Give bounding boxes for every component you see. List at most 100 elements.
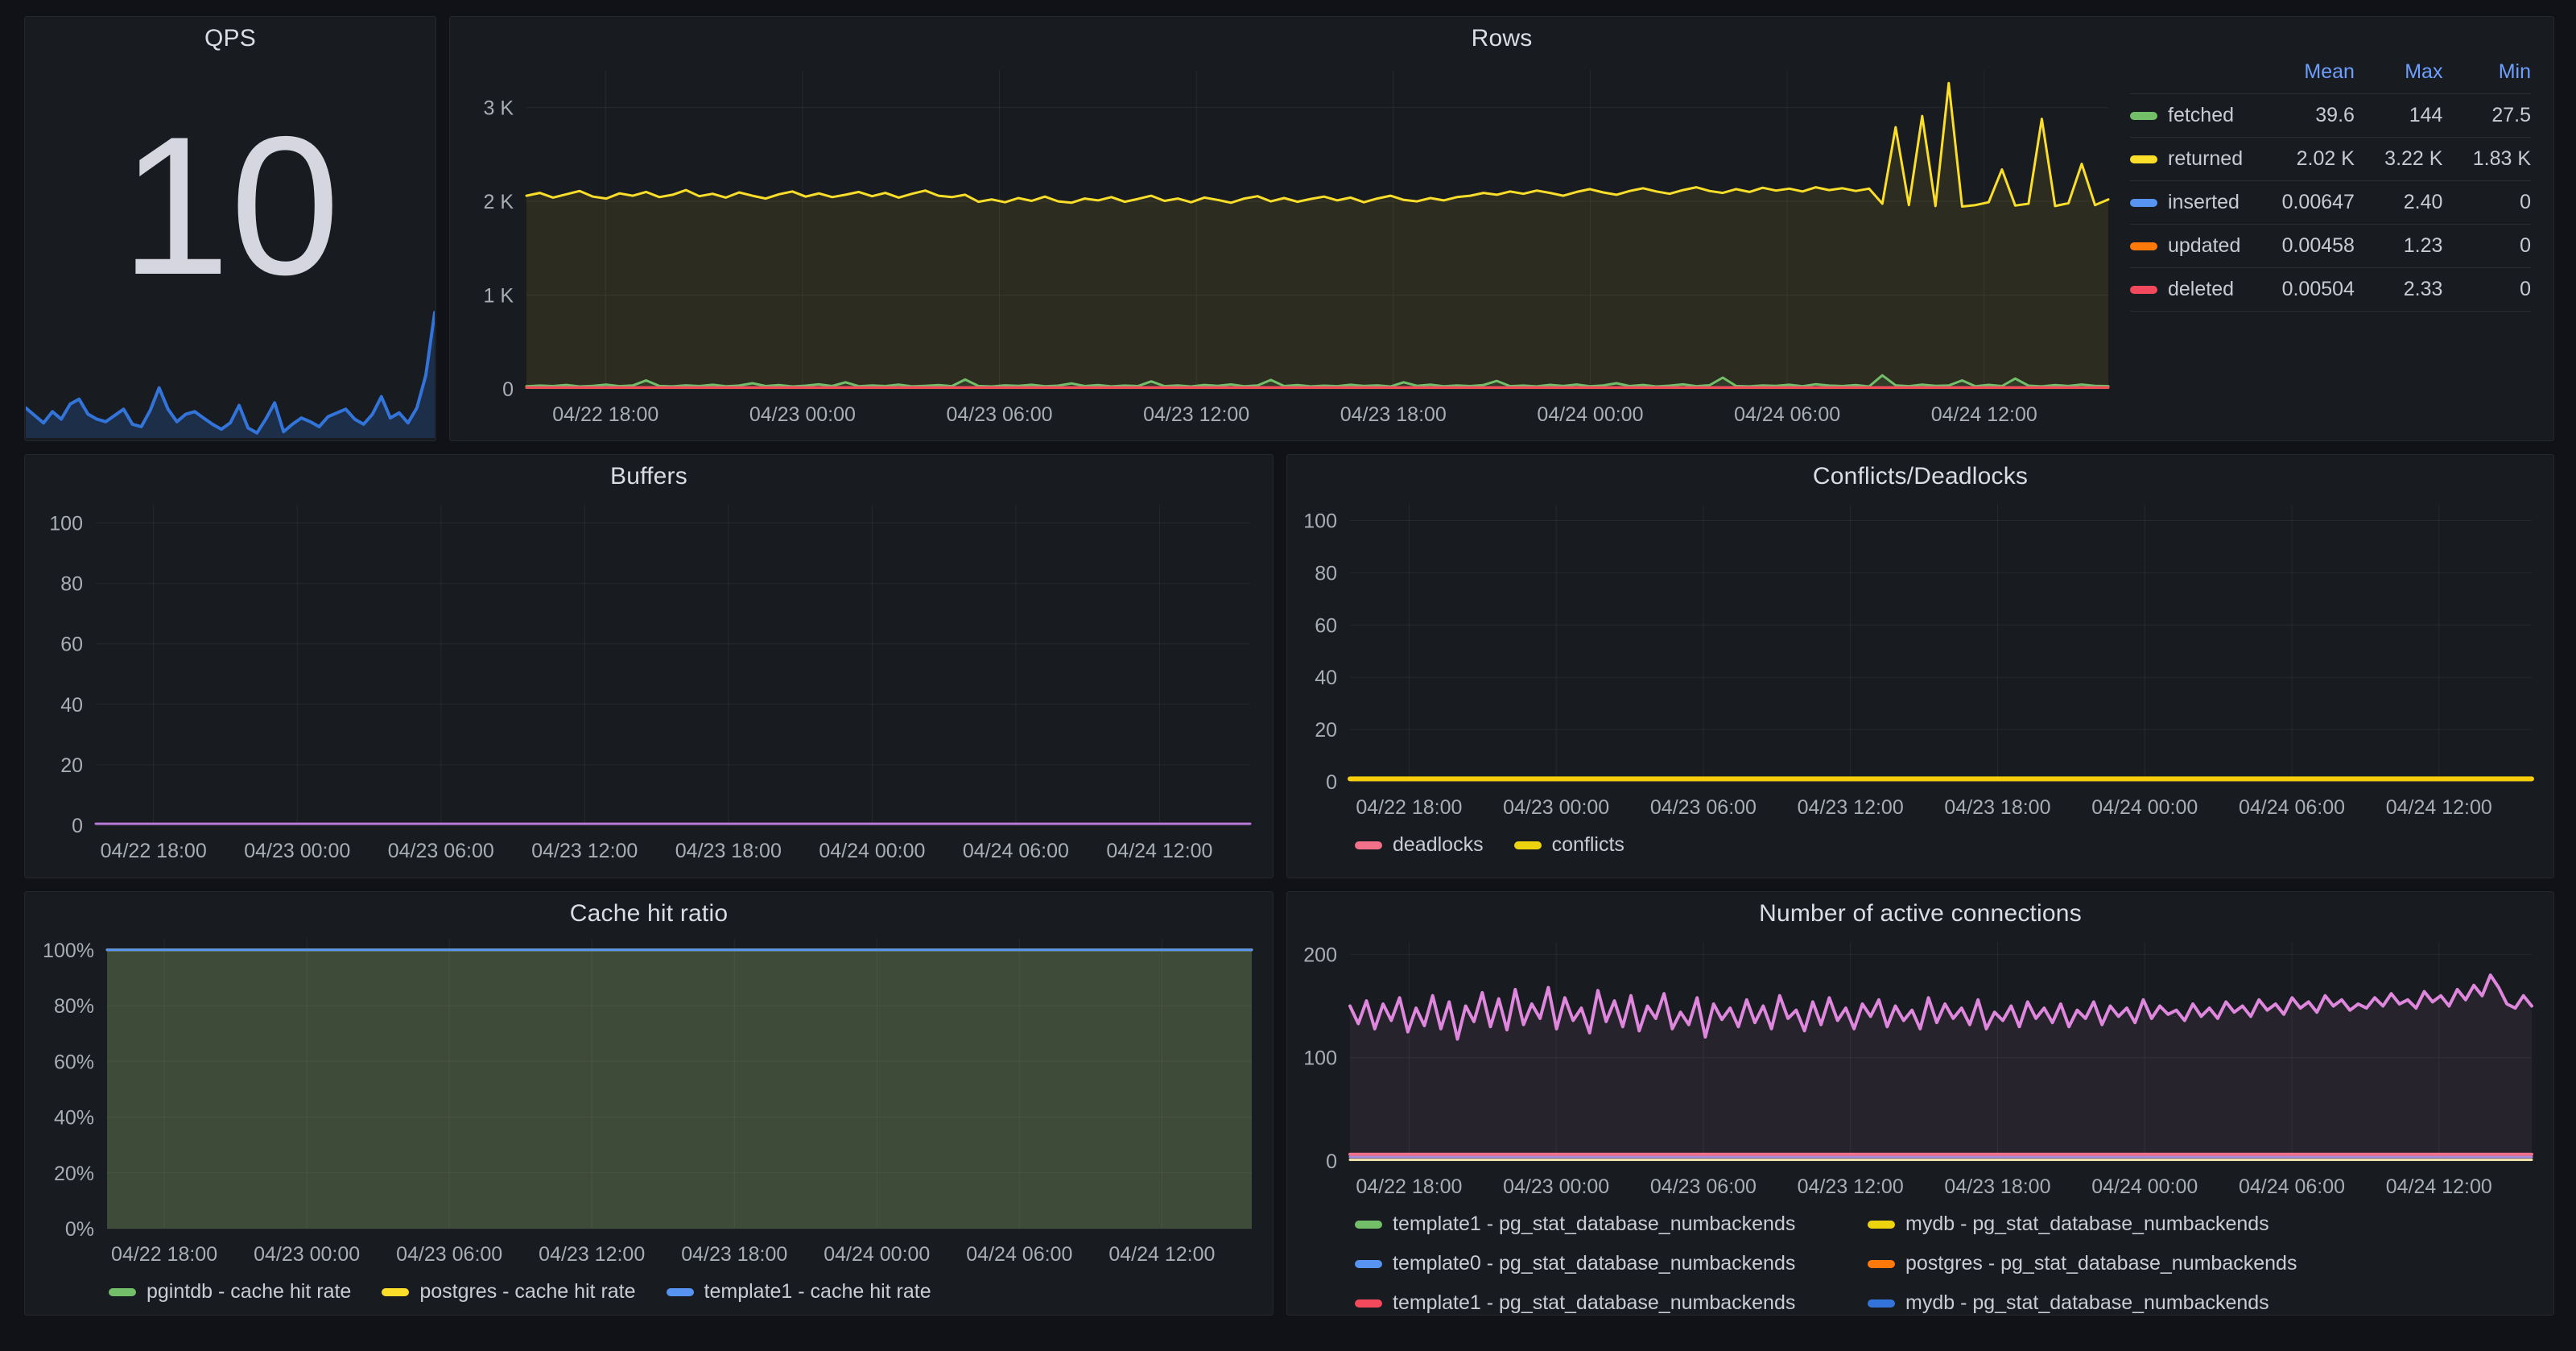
x-axis-label: 04/24 06:00 <box>963 840 1069 862</box>
cache-legend: pgintdb - cache hit rate postgres - cache… <box>109 1280 931 1303</box>
legend-item[interactable]: mydb - pg_stat_database_numbackends <box>1868 1213 2297 1236</box>
legend-table-value: 0.00647 <box>2251 181 2355 225</box>
x-axis-label: 04/24 06:00 <box>2239 1175 2345 1198</box>
rows-chart[interactable]: 01 K2 K3 K04/22 18:0004/23 00:0004/23 06… <box>458 49 2116 436</box>
legend-swatch <box>667 1288 694 1296</box>
legend-item[interactable]: template1 - pg_stat_database_numbackends <box>1355 1291 1858 1315</box>
legend-item[interactable]: mydb - pg_stat_database_numbackends <box>1868 1291 2297 1315</box>
legend-item[interactable]: deleted <box>2130 278 2251 301</box>
legend-label: fetched <box>2168 104 2234 127</box>
y-axis-label: 20 <box>60 754 83 777</box>
x-axis-label: 04/23 18:00 <box>1944 796 2050 819</box>
panel-title-connections[interactable]: Number of active connections <box>1287 900 2553 928</box>
rows-legend-table: MeanMaxMinfetched39.614427.5returned2.02… <box>2130 59 2531 312</box>
legend-swatch <box>2130 155 2157 163</box>
legend-item[interactable]: inserted <box>2130 191 2251 214</box>
x-axis-label: 04/23 00:00 <box>1503 796 1609 819</box>
x-axis-label: 04/24 12:00 <box>2386 1175 2492 1198</box>
legend-label: updated <box>2168 234 2240 258</box>
legend-label: deleted <box>2168 278 2234 301</box>
y-axis-label: 60 <box>60 634 83 656</box>
legend-swatch <box>1355 1299 1382 1308</box>
legend-table-value: 1.83 K <box>2442 138 2531 181</box>
legend-swatch <box>1868 1299 1895 1308</box>
x-axis-label: 04/23 18:00 <box>675 840 782 862</box>
legend-table-sort-header[interactable]: Max <box>2355 59 2443 94</box>
legend-item[interactable]: template0 - pg_stat_database_numbackends <box>1355 1252 1858 1275</box>
panel-title-rows[interactable]: Rows <box>450 25 2553 52</box>
x-axis-label: 04/23 18:00 <box>1340 403 1447 426</box>
y-axis-label: 100 <box>1303 510 1337 532</box>
y-axis-label: 80 <box>60 573 83 596</box>
x-axis-label: 04/24 12:00 <box>2386 796 2492 819</box>
x-axis-label: 04/24 00:00 <box>1537 403 1643 426</box>
y-axis-label: 80 <box>1315 562 1337 585</box>
y-axis-label: 20 <box>1315 719 1337 742</box>
y-axis-label: 0 <box>72 815 83 837</box>
panel-title-cache[interactable]: Cache hit ratio <box>25 900 1273 928</box>
legend-label: returned <box>2168 147 2243 171</box>
qps-stat-value: 10 <box>25 107 436 304</box>
panel-title-buffers[interactable]: Buffers <box>25 463 1273 490</box>
legend-label: inserted <box>2168 191 2240 214</box>
legend-item[interactable]: deadlocks <box>1355 833 1484 857</box>
legend-item[interactable]: returned <box>2130 147 2251 171</box>
x-axis-label: 04/23 12:00 <box>1798 1175 1904 1198</box>
legend-table-row: returned 2.02 K3.22 K1.83 K <box>2130 138 2531 181</box>
legend-table-value: 2.33 <box>2355 268 2443 312</box>
series-fill-template1 - cache hit rate <box>107 950 1252 1229</box>
x-axis-label: 04/24 12:00 <box>1931 403 2037 426</box>
connections-chart[interactable]: 010020004/22 18:0004/23 00:0004/23 06:00… <box>1294 924 2548 1201</box>
legend-label: deadlocks <box>1393 833 1484 857</box>
legend-swatch <box>382 1288 409 1296</box>
series-line-qps <box>26 312 435 433</box>
x-axis-label: 04/24 00:00 <box>2091 796 2198 819</box>
y-axis-label: 40 <box>1315 667 1337 689</box>
x-axis-label: 04/23 06:00 <box>1650 1175 1757 1198</box>
x-axis-label: 04/23 00:00 <box>1503 1175 1609 1198</box>
legend-item[interactable]: updated <box>2130 234 2251 258</box>
legend-label: template1 - pg_stat_database_numbackends <box>1393 1291 1795 1315</box>
y-axis-label: 100 <box>49 513 83 535</box>
conflicts-legend: deadlocks conflicts <box>1355 833 1624 857</box>
series-fill-returned <box>526 83 2108 389</box>
legend-label: mydb - pg_stat_database_numbackends <box>1905 1291 2269 1315</box>
legend-table-row: inserted0.006472.400 <box>2130 181 2531 225</box>
legend-table-sort-header[interactable]: Mean <box>2251 59 2355 94</box>
legend-item[interactable]: template1 - cache hit rate <box>667 1280 931 1303</box>
legend-table-sort-header[interactable]: Min <box>2442 59 2531 94</box>
legend-label: postgres - cache hit rate <box>419 1280 635 1303</box>
grafana-dashboard: { "panels": { "qps": { "title": "QPS", "… <box>0 0 2576 1351</box>
legend-table-value: 0.00458 <box>2251 225 2355 268</box>
conflicts-chart[interactable]: 02040608010004/22 18:0004/23 00:0004/23 … <box>1294 487 2548 825</box>
series-fill-qps <box>26 312 435 438</box>
y-axis-label: 80% <box>54 995 94 1018</box>
x-axis-label: 04/22 18:00 <box>1356 796 1462 819</box>
legend-item[interactable]: postgres - pg_stat_database_numbackends <box>1868 1252 2297 1275</box>
legend-item[interactable]: conflicts <box>1514 833 1624 857</box>
x-axis-label: 04/24 00:00 <box>2091 1175 2198 1198</box>
qps-sparkline[interactable] <box>26 303 435 440</box>
panel-qps: QPS 10 <box>24 16 436 441</box>
legend-item[interactable]: postgres - cache hit rate <box>382 1280 635 1303</box>
legend-item[interactable]: fetched <box>2130 104 2251 127</box>
legend-table-value: 2.02 K <box>2251 138 2355 181</box>
legend-table-name-header <box>2130 59 2251 94</box>
cache-chart[interactable]: 0%20%40%60%80%100%04/22 18:0004/23 00:00… <box>33 924 1265 1272</box>
y-axis-label: 200 <box>1303 944 1337 966</box>
legend-item[interactable]: template1 - pg_stat_database_numbackends <box>1355 1213 1858 1236</box>
panel-title-conflicts[interactable]: Conflicts/Deadlocks <box>1287 463 2553 490</box>
legend-table-value: 3.22 K <box>2355 138 2443 181</box>
buffers-chart[interactable]: 02040608010004/22 18:0004/23 00:0004/23 … <box>33 487 1265 872</box>
legend-table-value: 144 <box>2355 94 2443 138</box>
y-axis-label: 3 K <box>483 97 514 120</box>
y-axis-label: 0 <box>1326 1151 1337 1173</box>
legend-table-value: 27.5 <box>2442 94 2531 138</box>
y-axis-label: 1 K <box>483 285 514 308</box>
legend-table-row: deleted0.005042.330 <box>2130 268 2531 312</box>
legend-item[interactable]: pgintdb - cache hit rate <box>109 1280 351 1303</box>
panel-title-qps[interactable]: QPS <box>25 25 436 52</box>
legend-table-row: updated0.004581.230 <box>2130 225 2531 268</box>
legend-table-value: 0 <box>2442 225 2531 268</box>
panel-rows: Rows 01 K2 K3 K04/22 18:0004/23 00:0004/… <box>449 16 2554 441</box>
